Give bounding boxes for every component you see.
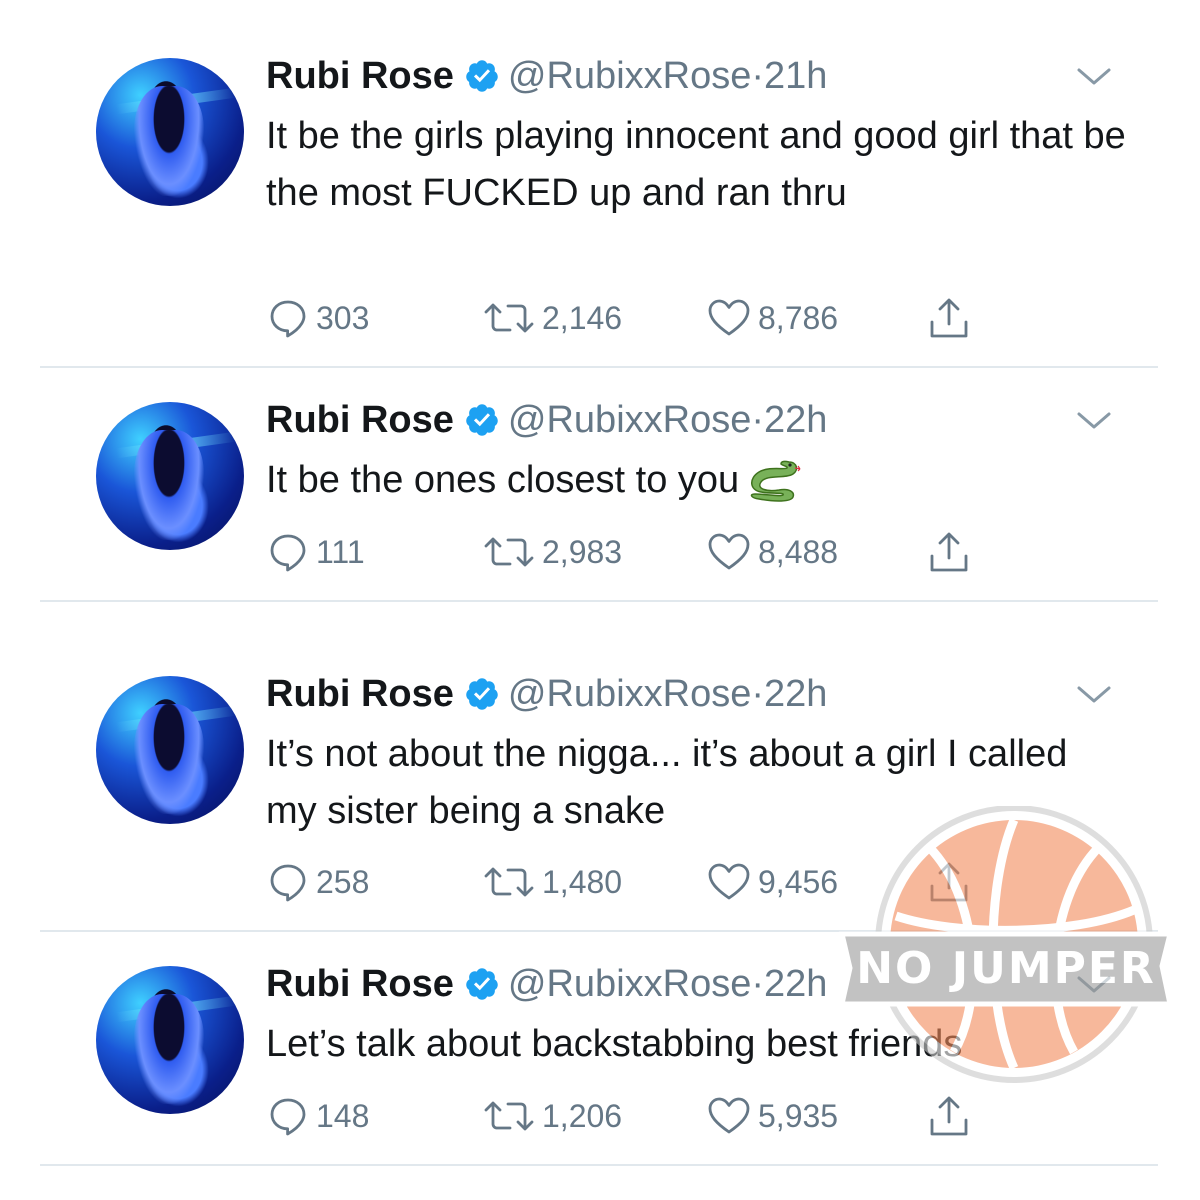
retweet-button[interactable]: 1,206 (482, 1094, 622, 1138)
tweet-header: Rubi Rose @RubixxRose·22h (266, 396, 827, 444)
tweet-text: Let’s talk about backstabbing best frien… (266, 1023, 963, 1065)
reply-button[interactable]: 258 (266, 860, 369, 904)
reply-count: 258 (316, 863, 370, 900)
share-icon (930, 1096, 968, 1136)
avatar[interactable] (96, 966, 244, 1114)
separator-dot: · (751, 55, 764, 97)
display-name[interactable]: Rubi Rose (266, 963, 454, 1005)
retweet-button[interactable]: 2,146 (482, 296, 622, 340)
avatar[interactable] (96, 402, 244, 550)
avatar[interactable] (96, 58, 244, 206)
like-count: 9,456 (758, 863, 839, 900)
tweet-actions: 258 1,480 9,456 (266, 860, 986, 904)
divider (40, 366, 1158, 368)
snake-emoji-icon (750, 460, 801, 502)
retweet-icon (484, 537, 534, 567)
handle[interactable]: @RubixxRose (508, 673, 751, 715)
reply-count: 148 (316, 1097, 370, 1134)
tweet-text: It’s not about the nigga... it’s about a… (266, 733, 1068, 832)
retweet-button[interactable]: 2,983 (482, 530, 622, 574)
divider (40, 1164, 1158, 1166)
timestamp[interactable]: 22h (764, 399, 827, 441)
tweet-header: Rubi Rose @RubixxRose·22h (266, 960, 827, 1008)
share-button[interactable] (926, 860, 978, 904)
share-button[interactable] (926, 1094, 978, 1138)
like-count: 5,935 (758, 1097, 839, 1134)
share-button[interactable] (926, 296, 978, 340)
reply-icon (270, 1098, 306, 1136)
verified-badge-icon (466, 678, 498, 710)
retweet-button[interactable]: 1,480 (482, 860, 622, 904)
handle[interactable]: @RubixxRose (508, 963, 751, 1005)
display-name[interactable]: Rubi Rose (266, 399, 454, 441)
tweet-header: Rubi Rose @RubixxRose·21h (266, 52, 827, 100)
tweet-header: Rubi Rose @RubixxRose·22h (266, 670, 827, 718)
divider (40, 930, 1158, 932)
like-button[interactable]: 9,456 (706, 860, 838, 904)
separator-dot: · (751, 963, 764, 1005)
share-icon (930, 298, 968, 338)
retweet-count: 1,206 (542, 1097, 623, 1134)
chevron-down-icon[interactable] (1076, 974, 1112, 996)
timestamp[interactable]: 22h (764, 673, 827, 715)
tweet-actions: 148 1,206 5,935 (266, 1094, 986, 1138)
reply-icon (270, 300, 306, 338)
heart-icon (708, 863, 750, 900)
verified-badge-icon (466, 968, 498, 1000)
tweet-text: It be the girls playing innocent and goo… (266, 115, 1126, 214)
like-count: 8,786 (758, 299, 839, 336)
retweet-count: 1,480 (542, 863, 623, 900)
display-name[interactable]: Rubi Rose (266, 673, 454, 715)
handle[interactable]: @RubixxRose (508, 55, 751, 97)
handle[interactable]: @RubixxRose (508, 399, 751, 441)
verified-badge-icon (466, 60, 498, 92)
retweet-icon (484, 1101, 534, 1131)
chevron-down-icon[interactable] (1076, 684, 1112, 706)
display-name[interactable]: Rubi Rose (266, 55, 454, 97)
divider (40, 600, 1158, 602)
timestamp[interactable]: 21h (764, 55, 827, 97)
reply-button[interactable]: 303 (266, 296, 369, 340)
share-button[interactable] (926, 530, 978, 574)
tweet-text: It be the ones closest to you (266, 459, 740, 501)
reply-icon (270, 864, 306, 902)
reply-button[interactable]: 148 (266, 1094, 369, 1138)
heart-icon (708, 299, 750, 336)
retweet-icon (484, 867, 534, 897)
separator-dot: · (751, 673, 764, 715)
heart-icon (708, 533, 750, 570)
retweet-count: 2,983 (542, 533, 623, 570)
reply-count: 111 (316, 533, 365, 570)
heart-icon (708, 1097, 750, 1134)
chevron-down-icon[interactable] (1076, 410, 1112, 432)
retweet-count: 2,146 (542, 299, 623, 336)
like-count: 8,488 (758, 533, 839, 570)
tweet-text-container: It be the ones closest to you (266, 452, 1126, 509)
reply-icon (270, 534, 306, 572)
tweet-actions: 111 2,983 8,488 (266, 530, 986, 574)
like-button[interactable]: 8,488 (706, 530, 838, 574)
avatar[interactable] (96, 676, 244, 824)
separator-dot: · (751, 399, 764, 441)
like-button[interactable]: 8,786 (706, 296, 838, 340)
timestamp[interactable]: 22h (764, 963, 827, 1005)
tweet-actions: 303 2,146 8,786 (266, 296, 986, 340)
reply-button[interactable]: 111 (266, 530, 365, 574)
share-icon (930, 862, 968, 902)
retweet-icon (484, 303, 534, 333)
reply-count: 303 (316, 299, 370, 336)
verified-badge-icon (466, 404, 498, 436)
like-button[interactable]: 5,935 (706, 1094, 838, 1138)
chevron-down-icon[interactable] (1076, 66, 1112, 88)
share-icon (930, 532, 968, 572)
